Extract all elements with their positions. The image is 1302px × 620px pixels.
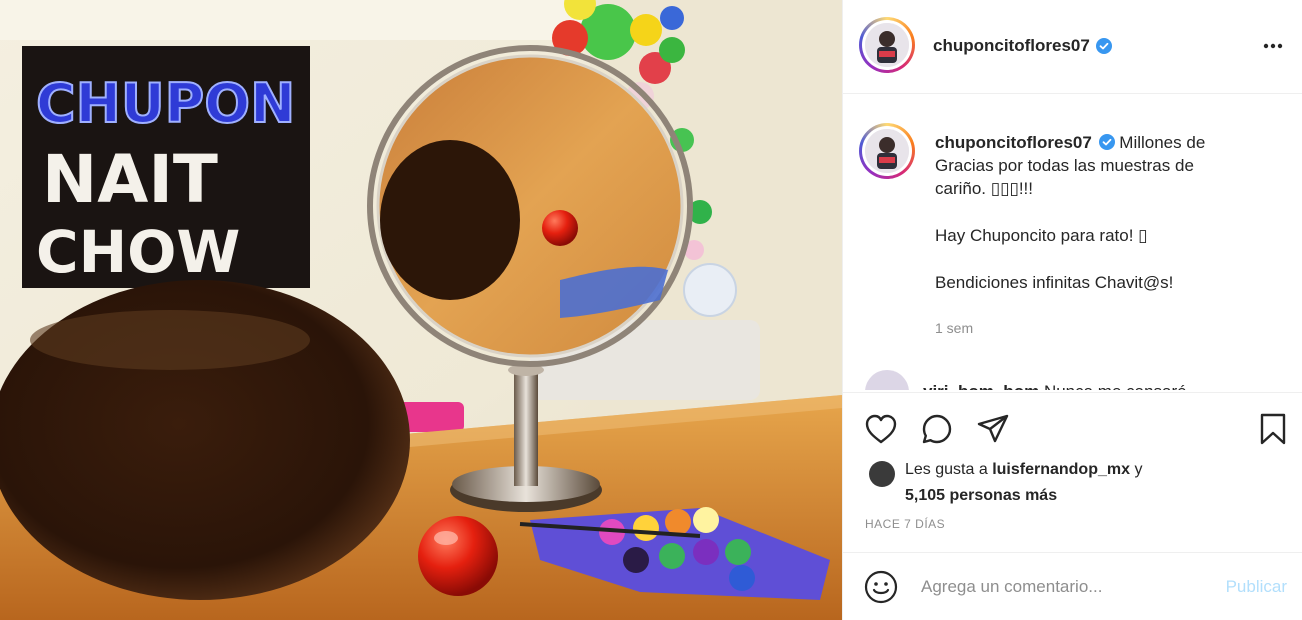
comment-item: yiri_bom_bom Nunca me cansaré xyxy=(865,370,1187,390)
caption-text-line5: Bendiciones infinitas Chavit@s! xyxy=(935,273,1174,292)
post-side-panel: chuponcitoflores07 chuponcitoflores07 Mi… xyxy=(842,0,1302,620)
avatar-image-icon xyxy=(865,23,909,67)
share-button[interactable] xyxy=(975,411,1011,447)
verified-badge-icon xyxy=(1098,134,1115,150)
sign-top-text: CHUPON xyxy=(36,72,295,135)
caption-username[interactable]: chuponcitoflores07 xyxy=(935,133,1092,152)
liked-by-username[interactable]: luisfernandop_mx xyxy=(992,461,1130,478)
add-comment-bar: Publicar xyxy=(843,552,1302,620)
header-username[interactable]: chuponcitoflores07 xyxy=(933,36,1090,56)
save-button[interactable] xyxy=(1255,411,1291,447)
speech-bubble-icon xyxy=(922,414,952,444)
post-date[interactable]: HACE 7 DÍAS xyxy=(865,517,945,531)
bookmark-icon xyxy=(1260,413,1286,445)
header-username-group: chuponcitoflores07 xyxy=(933,36,1112,56)
post-caption: chuponcitoflores07 Millones de Gracias p… xyxy=(935,131,1265,294)
comment-avatar[interactable] xyxy=(865,370,909,390)
caption-text-line3: cariño. ▯▯▯!!! xyxy=(935,179,1033,198)
like-button[interactable] xyxy=(863,411,899,447)
paper-plane-icon xyxy=(977,414,1009,443)
heart-icon xyxy=(865,414,897,444)
sign-bottom-text: CHOW xyxy=(36,218,240,286)
avatar-image-icon xyxy=(865,129,909,173)
caption-time[interactable]: 1 sem xyxy=(935,320,973,336)
likes-count[interactable]: 5,105 personas más xyxy=(905,487,1057,504)
header-avatar[interactable] xyxy=(859,17,915,73)
comment-input[interactable] xyxy=(921,573,1201,601)
caption-avatar[interactable] xyxy=(859,123,915,179)
liker-avatar[interactable] xyxy=(869,461,895,487)
photo-scene: CHUPON NAIT CHOW xyxy=(0,0,842,620)
comment-username[interactable]: yiri_bom_bom xyxy=(923,382,1039,390)
caption-text-line4: Hay Chuponcito para rato! ▯ xyxy=(935,226,1148,245)
caption-text-line1: Millones de xyxy=(1119,133,1206,152)
verified-badge-icon xyxy=(1095,38,1112,54)
publish-button[interactable]: Publicar xyxy=(1226,577,1287,597)
likes-prefix: Les gusta a xyxy=(905,461,988,478)
post-header: chuponcitoflores07 xyxy=(843,0,1302,94)
likes-joiner: y xyxy=(1134,461,1143,478)
actions-area: Les gusta a luisfernandop_mx y 5,105 per… xyxy=(843,392,1302,552)
emoji-icon[interactable] xyxy=(863,569,899,605)
caption-text-line2: Gracias por todas las muestras de xyxy=(935,156,1194,175)
comment-text: Nunca me cansaré xyxy=(1044,382,1187,390)
comments-section[interactable]: chuponcitoflores07 Millones de Gracias p… xyxy=(843,95,1302,390)
sign-mid-text: NAIT xyxy=(42,141,218,218)
post-photo[interactable]: CHUPON NAIT CHOW xyxy=(0,0,842,620)
likes-summary: Les gusta a luisfernandop_mx y 5,105 per… xyxy=(905,457,1142,509)
comment-button[interactable] xyxy=(919,411,955,447)
more-options-icon[interactable] xyxy=(1261,34,1285,58)
